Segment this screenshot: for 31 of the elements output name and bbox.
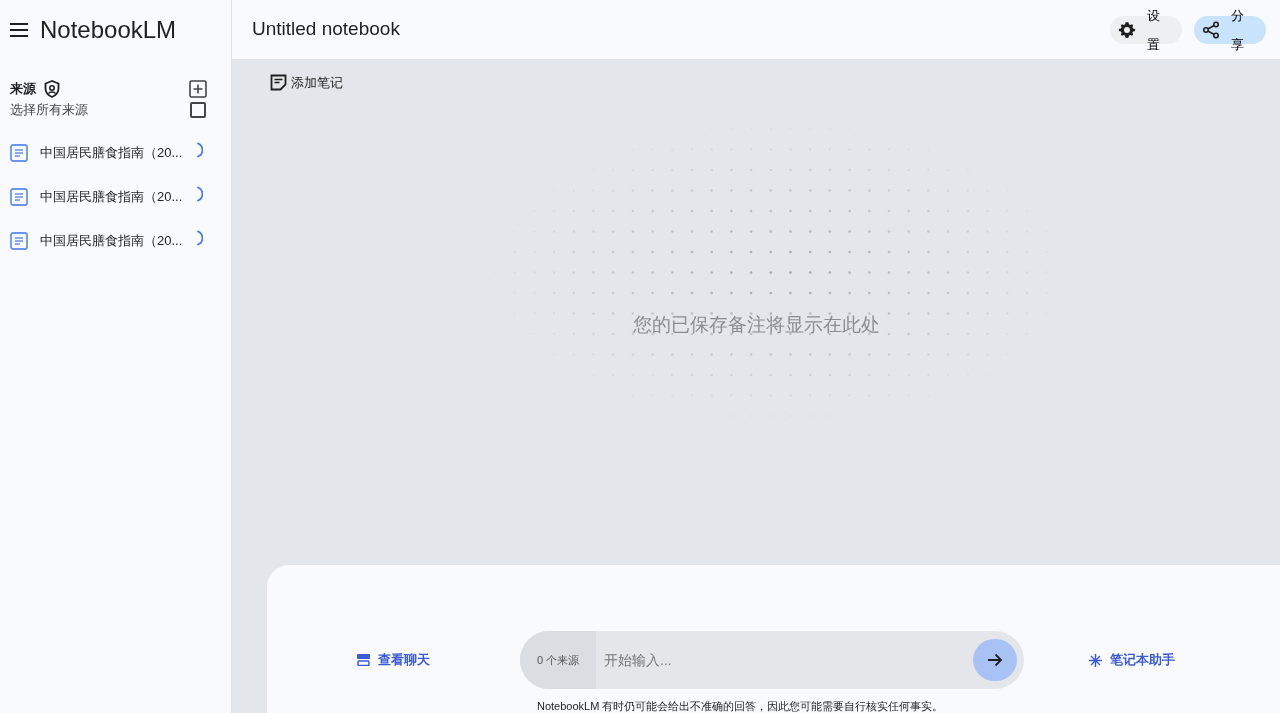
note-icon [270,74,287,91]
settings-icon [1118,20,1136,39]
send-button[interactable] [973,639,1017,681]
message-composer[interactable]: 0 个来源 开始输入... [520,631,1024,689]
source-title[interactable]: 中国居民膳食指南（20... [40,231,183,251]
chat-input[interactable]: 开始输入... [596,649,973,671]
select-all-label: 选择所有来源 [10,101,88,120]
section-heading: 来源 [10,80,36,99]
add-note-button[interactable]: 添加笔记 [270,74,343,91]
empty-state-message: 您的已保存备注将显示在此处 [632,313,880,338]
app-title: NotebookLM [40,14,177,45]
document-icon [10,144,28,162]
chat-panel-icon [357,654,370,666]
arrow-icon [987,652,1003,668]
source-title[interactable]: 中国居民膳食指南（20... [40,143,183,163]
view-chat-button[interactable]: 查看聊天 [351,646,436,674]
source-title[interactable]: 中国居民膳食指南（20... [40,187,183,207]
settings-button[interactable]: 设置 [1110,0,1182,59]
share-button[interactable]: 分享 [1194,0,1266,59]
document-icon [10,232,28,250]
share-icon [1202,20,1220,39]
disclaimer-text: NotebookLM 有时仍可能会给出不准确的回答，因此您可能需要自行核实任何事实。 [537,700,944,712]
notebook-assistant-button[interactable]: 笔记本助手 [1083,646,1181,674]
sparkle-icon [1089,653,1102,667]
select-all-checkbox[interactable] [190,102,206,118]
source-count: 0 个来源 [520,631,596,689]
menu-icon[interactable] [10,22,28,37]
add-source-button[interactable] [189,80,207,98]
shield-icon [44,80,60,98]
notebook-title: Untitled notebook [252,17,400,42]
document-icon [10,188,28,206]
